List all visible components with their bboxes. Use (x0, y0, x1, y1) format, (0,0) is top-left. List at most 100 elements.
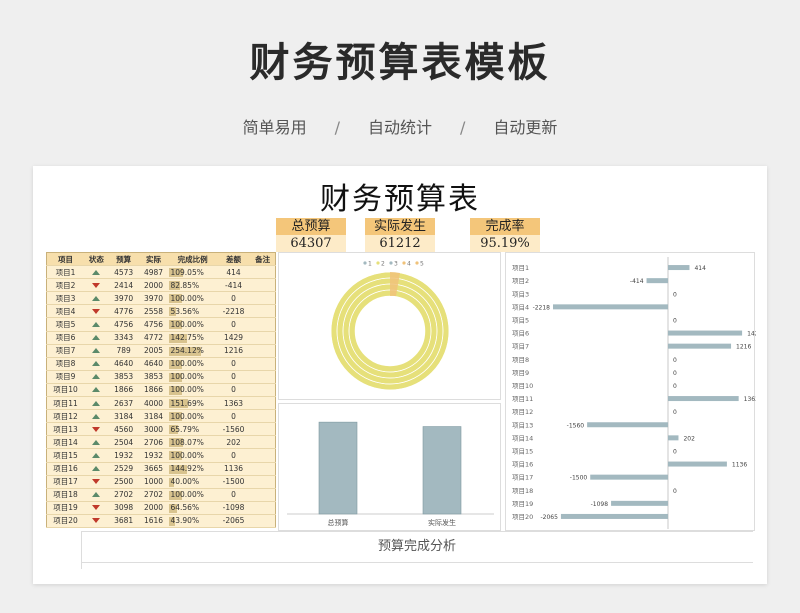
cell-diff: -1500 (216, 475, 251, 489)
cell-budget: 789 (108, 344, 139, 358)
table-row: 项目14 2504 2706 108.07% 202 (46, 435, 276, 450)
cell-project: 项目10 (46, 383, 85, 398)
cell-status (84, 357, 109, 371)
tag-separator: / (460, 118, 466, 137)
cell-actual: 4772 (138, 331, 169, 345)
cell-project: 项目15 (46, 448, 85, 463)
cell-ratio: 100.00% (168, 370, 217, 384)
ratio-value: 109.05% (170, 267, 204, 277)
cell-note (250, 357, 276, 371)
cell-status (84, 501, 109, 515)
table-row: 项目19 3098 2000 64.56% -1098 (46, 501, 276, 515)
cell-status (84, 462, 109, 476)
legend-marker (389, 261, 393, 265)
ratio-value: 53.56% (170, 306, 200, 316)
legend-label: 5 (420, 261, 424, 268)
category-label: 项目14 (512, 434, 533, 442)
tag-auto-stats: 自动统计 (367, 118, 432, 137)
cell-status (84, 317, 109, 332)
data-label: 0 (673, 291, 677, 298)
data-label: -414 (630, 278, 644, 285)
cell-actual: 4987 (138, 265, 169, 280)
cell-note (250, 278, 276, 293)
category-label: 项目2 (512, 277, 529, 285)
category-label: 项目20 (512, 513, 533, 521)
cell-diff: -1560 (216, 422, 251, 437)
table-row: 项目1 4573 4987 109.05% 414 (46, 265, 276, 280)
cell-diff: -414 (216, 278, 251, 293)
legend-label: 4 (407, 261, 411, 268)
tag-auto-update: 自动更新 (493, 118, 558, 137)
kpi-value: 64307 (276, 235, 346, 252)
category-label: 项目15 (512, 447, 533, 455)
cell-ratio: 82.85% (168, 278, 217, 293)
cell-note (250, 317, 276, 332)
category-label: 项目5 (512, 316, 529, 324)
cell-diff: -2218 (216, 304, 251, 319)
cell-diff: 0 (216, 383, 251, 398)
data-label: 0 (673, 317, 677, 324)
arrow-up-icon (92, 361, 101, 367)
category-label: 项目12 (512, 408, 533, 416)
table-row: 项目16 2529 3665 144.92% 1136 (46, 462, 276, 476)
cell-ratio: 100.00% (168, 409, 217, 424)
cell-project: 项目1 (46, 265, 85, 280)
arrow-up-icon (92, 452, 101, 458)
bar (668, 396, 739, 402)
cell-budget: 3853 (108, 370, 139, 384)
cell-project: 项目14 (46, 435, 85, 450)
cell-ratio: 100.00% (168, 291, 217, 306)
arrow-up-icon (92, 400, 101, 406)
cell-ratio: 100.00% (168, 357, 217, 371)
table-row: 项目5 4756 4756 100.00% 0 (46, 317, 276, 332)
cell-ratio: 64.56% (168, 501, 217, 515)
cell-budget: 1866 (108, 383, 139, 398)
data-label: 0 (673, 409, 677, 416)
bar (668, 265, 690, 271)
cell-project: 项目3 (46, 291, 85, 306)
cell-note (250, 475, 276, 489)
category-label: 项目1 (512, 264, 529, 272)
cell-budget: 4756 (108, 317, 139, 332)
data-label: 1136 (732, 462, 747, 469)
cell-status (84, 278, 109, 293)
cell-ratio: 100.00% (168, 488, 217, 502)
cell-ratio: 100.00% (168, 448, 217, 463)
table-row: 项目11 2637 4000 151.69% 1363 (46, 396, 276, 411)
cell-actual: 1866 (138, 383, 169, 398)
table-row: 项目10 1866 1866 100.00% 0 (46, 383, 276, 398)
cell-ratio: 40.00% (168, 475, 217, 489)
cell-actual: 3000 (138, 422, 169, 437)
data-label: 0 (673, 370, 677, 377)
data-label: 1216 (736, 344, 751, 351)
cell-ratio: 43.90% (168, 514, 217, 528)
table-row: 项目7 789 2005 254.12% 1216 (46, 344, 276, 358)
ratio-value: 108.07% (170, 437, 204, 447)
cell-actual: 3853 (138, 370, 169, 384)
diff-chart-panel: 项目1 414 项目2 -414 项目3 0 项目4 -2218 项目5 0 项目6 1429 项目7 1… (505, 252, 763, 531)
cell-budget: 3343 (108, 331, 139, 345)
arrow-up-icon (92, 413, 101, 419)
category-label: 项目13 (512, 421, 533, 429)
cell-status (84, 435, 109, 450)
cell-status (84, 448, 109, 463)
cell-status (84, 488, 109, 502)
cell-project: 项目19 (46, 501, 85, 515)
tag-easy: 简单易用 (242, 118, 307, 137)
cell-note (250, 344, 276, 358)
table-row: 项目12 3184 3184 100.00% 0 (46, 409, 276, 424)
cell-actual: 4000 (138, 396, 169, 411)
legend-marker (363, 261, 367, 265)
table-header-row: 项目 状态 预算 实际 完成比例 差额 备注 (46, 252, 276, 267)
category-label: 项目9 (512, 369, 529, 377)
table-row: 项目13 4560 3000 65.79% -1560 (46, 422, 276, 437)
category-label: 项目10 (512, 382, 533, 390)
bar (646, 278, 668, 284)
cell-actual: 3970 (138, 291, 169, 306)
legend-label: 3 (394, 261, 398, 268)
data-label: 0 (673, 383, 677, 390)
cell-ratio: 65.79% (168, 422, 217, 437)
category-label: 项目17 (512, 474, 533, 482)
category-label: 项目7 (512, 343, 529, 351)
cell-diff: 0 (216, 317, 251, 332)
